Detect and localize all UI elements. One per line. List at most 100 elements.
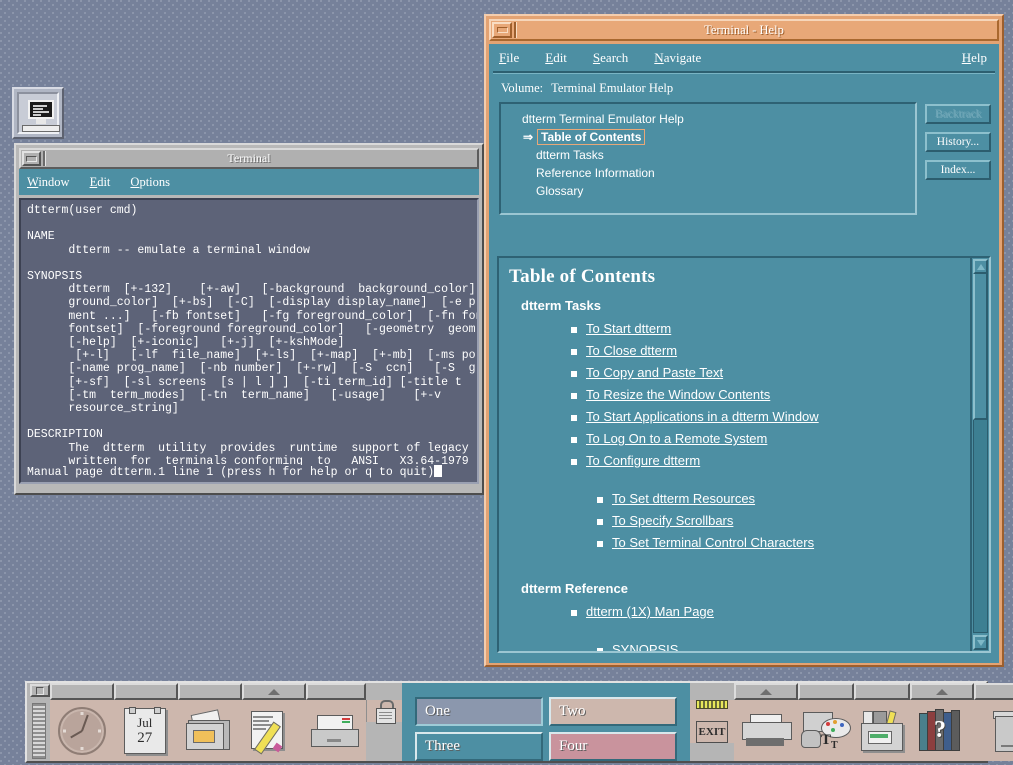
terminal-menu-bar[interactable]: Window Edit Options	[19, 169, 479, 195]
panel-apps-left: Jul 27	[50, 683, 366, 761]
workspace-button-two[interactable]: Two	[549, 697, 677, 726]
front-panel[interactable]: Jul 27 One Two Three Four EXIT TT ?	[25, 681, 1013, 763]
mailer-control[interactable]	[303, 703, 366, 759]
workspace-button-four[interactable]: Four	[549, 732, 677, 761]
menu-edit[interactable]: Edit	[90, 175, 111, 190]
subpanel-arrow-application-manager[interactable]	[854, 683, 910, 700]
help-vertical-scrollbar[interactable]	[970, 258, 989, 651]
topic-item-dtterm-tasks[interactable]: dtterm Tasks	[501, 146, 915, 164]
terminal-text-area[interactable]: dtterm(user cmd) dtte NAME dtterm -- emu…	[19, 198, 479, 484]
scroll-up-arrow-icon[interactable]	[973, 259, 988, 274]
help-title-bar[interactable]: Terminal - Help	[489, 19, 999, 41]
subpanel-arrow-trash[interactable]	[974, 683, 1013, 700]
section-heading-reference: dtterm Reference	[521, 581, 628, 596]
trash-can-control[interactable]	[974, 703, 1013, 759]
list-item[interactable]: To Resize the Window Contents	[571, 387, 964, 403]
list-item[interactable]: dtterm (1X) Man Page	[571, 604, 964, 620]
subpanel-arrow-file-manager[interactable]	[178, 683, 242, 700]
menu-file[interactable]: File	[499, 50, 519, 66]
printer-control[interactable]	[734, 703, 798, 759]
calendar-control[interactable]: Jul 27	[113, 703, 176, 759]
menu-edit[interactable]: Edit	[545, 50, 567, 66]
link-to-copy-and-paste-text[interactable]: To Copy and Paste Text	[586, 365, 723, 381]
bullet-icon	[597, 497, 603, 503]
backtrack-button[interactable]: Backtrack	[925, 104, 991, 124]
history-button[interactable]: History...	[925, 132, 991, 152]
terminal-window[interactable]: Terminal Window Edit Options dtterm(user…	[14, 143, 484, 495]
link-to-log-on-remote-system[interactable]: To Log On to a Remote System	[586, 431, 767, 447]
application-manager-control[interactable]	[854, 703, 910, 759]
bullet-icon	[571, 610, 577, 616]
link-synopsis[interactable]: SYNOPSIS	[612, 642, 678, 651]
style-manager-control[interactable]: TT	[798, 703, 854, 759]
bullet-icon	[571, 459, 577, 465]
scroll-down-arrow-icon[interactable]	[973, 635, 988, 650]
list-item[interactable]: SYNOPSIS	[597, 642, 964, 651]
list-item[interactable]: To Start Applications in a dtterm Window	[571, 409, 964, 425]
link-dtterm-man-page[interactable]: dtterm (1X) Man Page	[586, 604, 714, 620]
text-editor-control[interactable]	[240, 703, 303, 759]
printer-icon	[742, 713, 792, 748]
file-manager-control[interactable]	[176, 703, 239, 759]
link-to-specify-scrollbars[interactable]: To Specify Scrollbars	[612, 513, 733, 529]
link-to-configure-dtterm[interactable]: To Configure dtterm	[586, 453, 700, 469]
link-to-start-applications[interactable]: To Start Applications in a dtterm Window	[586, 409, 819, 425]
list-item[interactable]: To Set dtterm Resources	[597, 491, 964, 507]
subpanel-arrow-clock[interactable]	[50, 683, 114, 700]
subpanel-arrow-text-editor[interactable]	[242, 683, 306, 700]
link-to-resize-the-window-contents[interactable]: To Resize the Window Contents	[586, 387, 770, 403]
subpanel-arrow-help-manager[interactable]	[910, 683, 974, 700]
help-menu-bar[interactable]: File Edit Search Navigate Help	[489, 44, 999, 71]
lock-control[interactable]	[366, 700, 403, 724]
menu-help[interactable]: Help	[962, 50, 987, 66]
link-to-set-terminal-control-characters[interactable]: To Set Terminal Control Characters	[612, 535, 814, 551]
workspace-button-three[interactable]: Three	[415, 732, 543, 761]
menu-window[interactable]: Window	[27, 175, 70, 190]
topic-item-table-of-contents[interactable]: ⇒ Table of Contents	[501, 128, 915, 146]
workstation-icon	[17, 92, 60, 134]
content-heading: Table of Contents	[509, 266, 656, 287]
list-item[interactable]: To Configure dtterm	[571, 453, 964, 469]
workspace-button-one[interactable]: One	[415, 697, 543, 726]
link-to-close-dtterm[interactable]: To Close dtterm	[586, 343, 677, 359]
topic-item-root[interactable]: dtterm Terminal Emulator Help	[501, 110, 915, 128]
calendar-month: Jul	[137, 714, 153, 730]
index-button[interactable]: Index...	[925, 160, 991, 180]
minimized-terminal-icon[interactable]	[12, 87, 64, 139]
exit-button[interactable]: EXIT	[696, 721, 728, 743]
bullet-icon	[571, 371, 577, 377]
workspace-switch[interactable]: One Two Three Four	[402, 697, 690, 761]
text-editor-icon	[249, 710, 293, 755]
clock-control[interactable]	[50, 703, 113, 759]
terminal-title-bar[interactable]: Terminal	[19, 148, 479, 169]
topic-label: Reference Information	[536, 166, 655, 180]
topic-row: dtterm Terminal Emulator Help ⇒ Table of…	[489, 100, 999, 215]
menu-search[interactable]: Search	[593, 50, 628, 66]
menu-options[interactable]: Options	[130, 175, 170, 190]
list-item[interactable]: To Start dtterm	[571, 321, 964, 337]
menu-navigate[interactable]: Navigate	[654, 50, 701, 66]
topic-tree-list[interactable]: dtterm Terminal Emulator Help ⇒ Table of…	[499, 102, 917, 215]
list-item[interactable]: To Log On to a Remote System	[571, 431, 964, 447]
scrollbar-thumb[interactable]	[973, 260, 988, 420]
panel-apps-right: TT ?	[734, 683, 1013, 761]
subpanel-arrow-printer[interactable]	[734, 683, 798, 700]
subpanel-arrow-style-manager[interactable]	[798, 683, 854, 700]
help-manager-control[interactable]: ?	[910, 703, 974, 759]
busy-light-indicator	[31, 702, 46, 759]
subpanel-arrow-mailer[interactable]	[306, 683, 366, 700]
lock-icon	[376, 700, 396, 724]
link-to-set-dtterm-resources[interactable]: To Set dtterm Resources	[612, 491, 755, 507]
topic-item-glossary[interactable]: Glossary	[501, 182, 915, 200]
link-to-start-dtterm[interactable]: To Start dtterm	[586, 321, 671, 337]
panel-minimize-button[interactable]	[30, 684, 50, 697]
list-item[interactable]: To Close dtterm	[571, 343, 964, 359]
subpanel-arrow-calendar[interactable]	[114, 683, 178, 700]
current-topic-arrow-icon: ⇒	[522, 130, 534, 144]
help-window[interactable]: Terminal - Help File Edit Search Navigat…	[484, 14, 1004, 667]
list-item[interactable]: To Set Terminal Control Characters	[597, 535, 964, 551]
panel-icon-row-right: TT ?	[734, 700, 1013, 761]
list-item[interactable]: To Specify Scrollbars	[597, 513, 964, 529]
list-item[interactable]: To Copy and Paste Text	[571, 365, 964, 381]
topic-item-reference-information[interactable]: Reference Information	[501, 164, 915, 182]
